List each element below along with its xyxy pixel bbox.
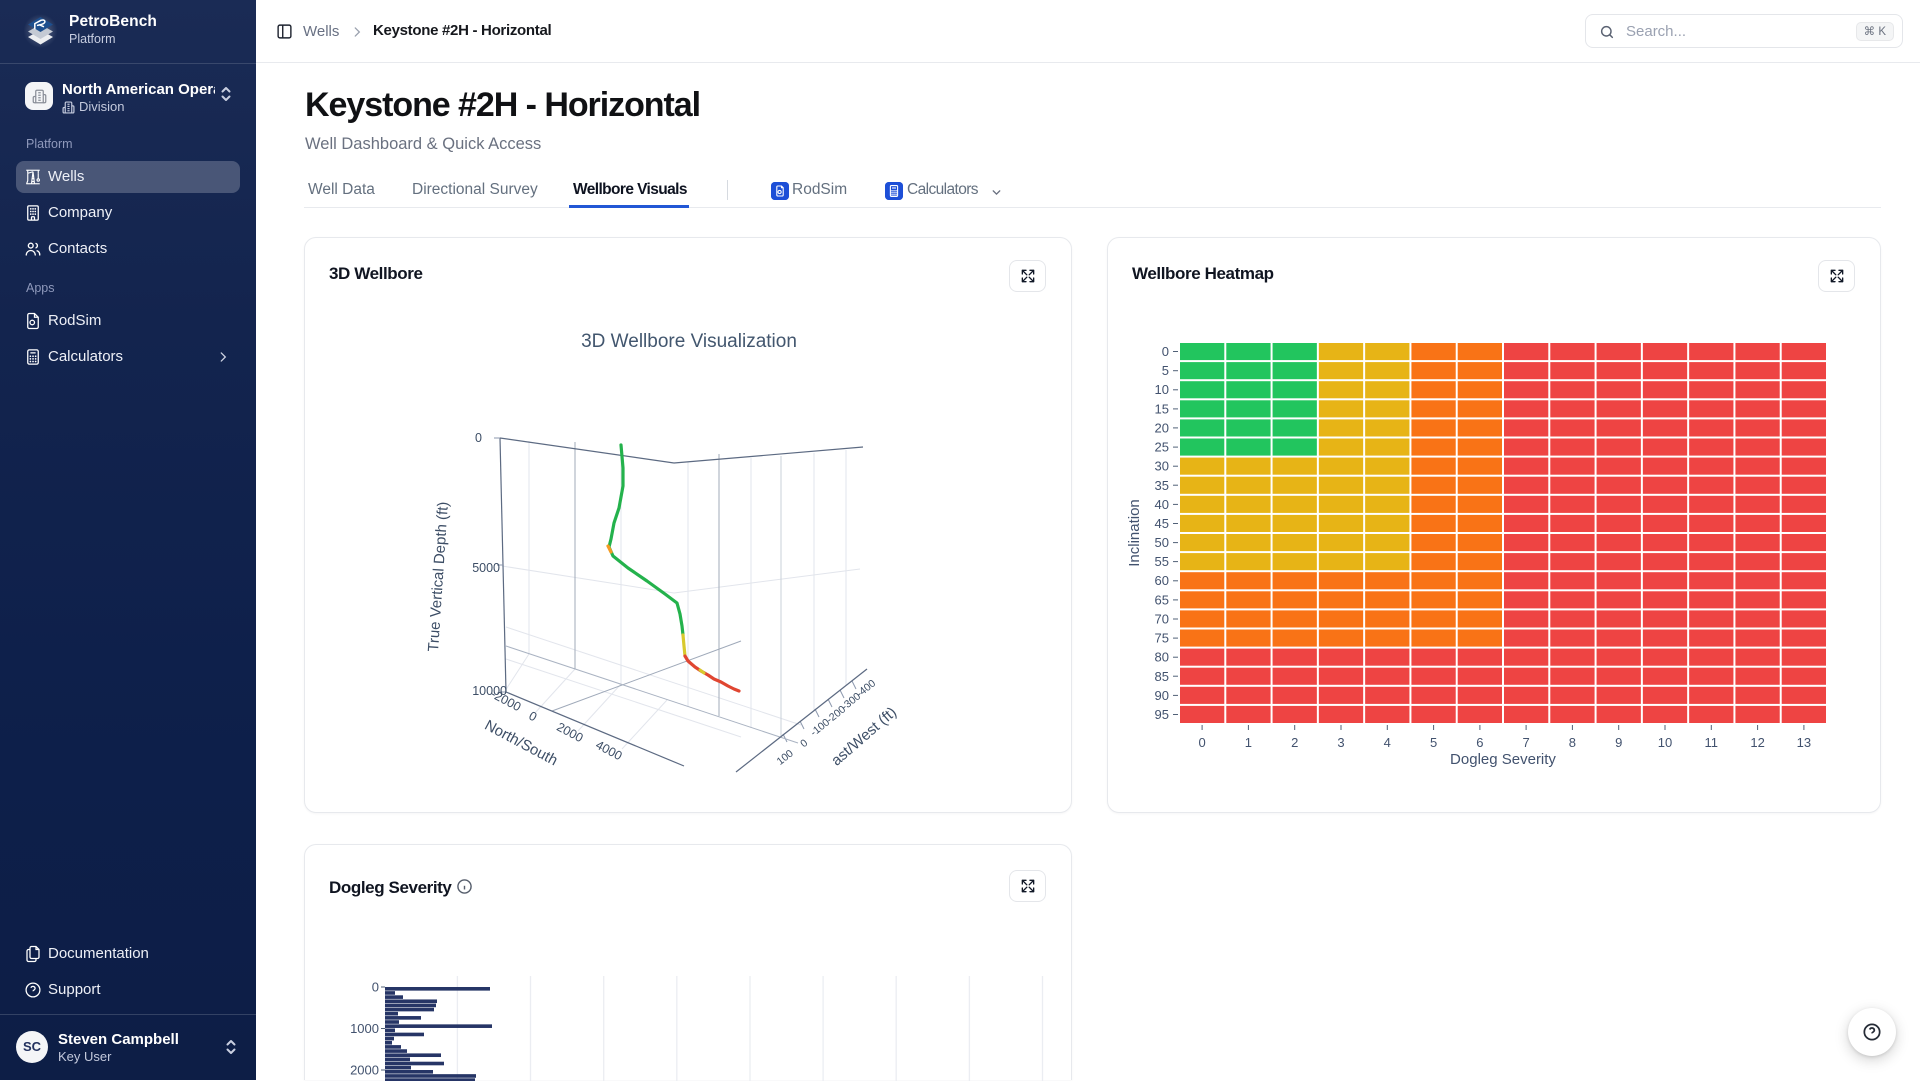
svg-text:70: 70: [1155, 612, 1169, 627]
svg-text:0: 0: [475, 431, 482, 445]
svg-text:6: 6: [1476, 735, 1483, 750]
svg-text:5: 5: [1162, 363, 1169, 378]
svg-text:4: 4: [1384, 735, 1391, 750]
svg-text:95: 95: [1155, 707, 1169, 722]
svg-text:20: 20: [1155, 420, 1169, 435]
svg-text:40: 40: [1155, 497, 1169, 512]
svg-text:13: 13: [1797, 735, 1811, 750]
svg-text:1000: 1000: [350, 1021, 379, 1036]
svg-text:0: 0: [527, 709, 540, 725]
svg-text:Inclination: Inclination: [1126, 499, 1143, 567]
svg-text:8: 8: [1569, 735, 1576, 750]
svg-text:60: 60: [1155, 573, 1169, 588]
svg-text:50: 50: [1155, 535, 1169, 550]
svg-text:Dogleg Severity: Dogleg Severity: [1450, 751, 1556, 768]
svg-text:0: 0: [798, 737, 810, 750]
svg-text:True Vertical Depth (ft): True Vertical Depth (ft): [425, 501, 452, 652]
svg-text:1: 1: [1245, 735, 1252, 750]
svg-text:100: 100: [775, 747, 796, 767]
svg-text:7: 7: [1522, 735, 1529, 750]
svg-text:2: 2: [1291, 735, 1298, 750]
svg-text:4000: 4000: [593, 738, 624, 763]
svg-text:5000: 5000: [472, 561, 500, 575]
svg-text:9: 9: [1615, 735, 1622, 750]
svg-text:55: 55: [1155, 554, 1169, 569]
svg-text:5: 5: [1430, 735, 1437, 750]
svg-text:90: 90: [1155, 688, 1169, 703]
svg-text:15: 15: [1155, 401, 1169, 416]
svg-text:45: 45: [1155, 516, 1169, 531]
svg-text:-400: -400: [854, 677, 878, 699]
svg-text:30: 30: [1155, 459, 1169, 474]
svg-text:85: 85: [1155, 669, 1169, 684]
svg-text:11: 11: [1705, 735, 1719, 750]
svg-text:35: 35: [1155, 478, 1169, 493]
svg-text:12: 12: [1750, 735, 1764, 750]
svg-text:3D Wellbore Visualization: 3D Wellbore Visualization: [581, 331, 797, 352]
svg-text:0: 0: [372, 980, 379, 995]
svg-text:25: 25: [1155, 440, 1169, 455]
svg-text:North/South: North/South: [482, 717, 561, 770]
svg-text:80: 80: [1155, 650, 1169, 665]
svg-text:0: 0: [1162, 344, 1169, 359]
svg-text:75: 75: [1155, 631, 1169, 646]
svg-text:3: 3: [1337, 735, 1344, 750]
svg-text:10: 10: [1155, 382, 1169, 397]
svg-text:2000: 2000: [350, 1063, 379, 1078]
svg-text:10: 10: [1658, 735, 1672, 750]
svg-text:65: 65: [1155, 592, 1169, 607]
svg-text:0: 0: [1198, 735, 1205, 750]
